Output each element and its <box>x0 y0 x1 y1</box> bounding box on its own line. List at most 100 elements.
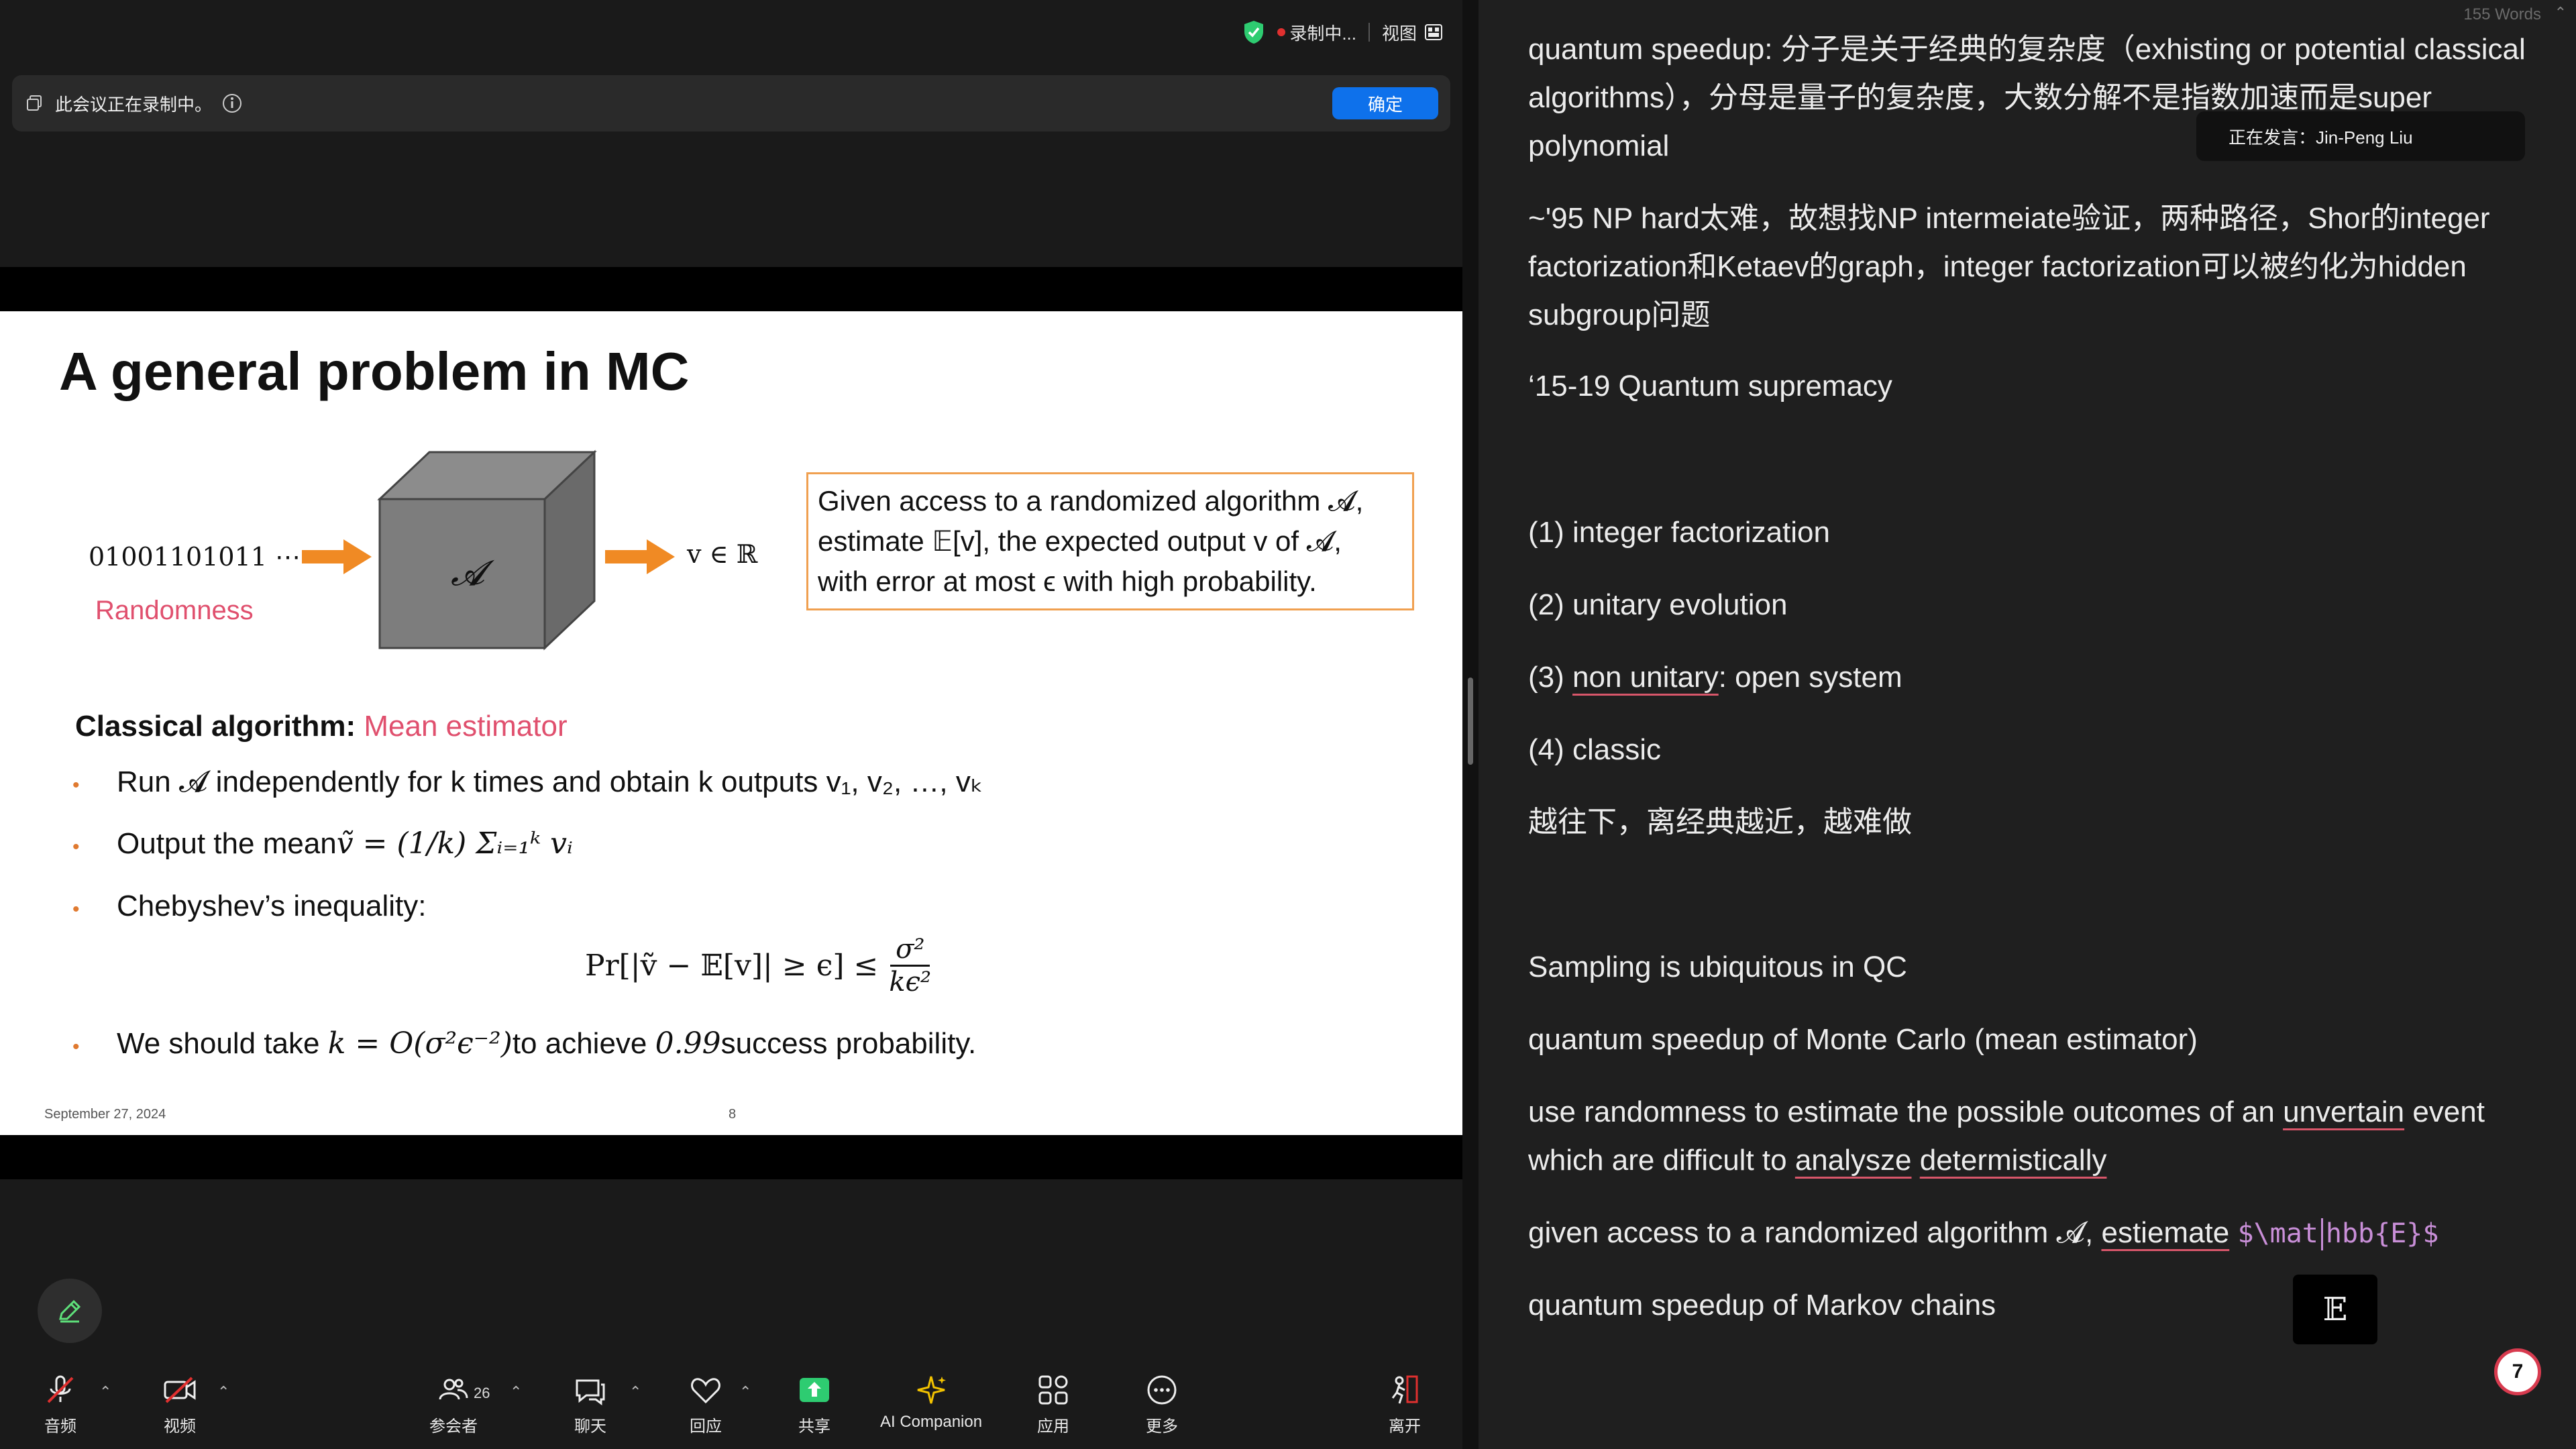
bullet-run-text: Run 𝓐 independently for k times and obta… <box>117 765 983 798</box>
misspelled-word[interactable]: unvertain <box>2283 1095 2404 1128</box>
ai-companion-label: AI Companion <box>880 1413 983 1431</box>
note-paragraph[interactable]: given access to a randomized algorithm 𝓐… <box>1528 1209 2534 1258</box>
chat-button[interactable]: 聊天 <box>572 1371 609 1436</box>
misspelled-word[interactable]: non unitary <box>1572 661 1719 694</box>
camera-off-icon <box>164 1377 196 1403</box>
participants-label: 参会者 <box>429 1417 478 1436</box>
bullet-take-formula: k = O(σ²ϵ⁻²) <box>327 1026 513 1061</box>
bullet-dot: • <box>72 836 80 858</box>
recording-notice-banner: 此会议正在录制中。 确定 <box>12 75 1450 131</box>
share-button[interactable]: 共享 <box>796 1371 833 1436</box>
participants-icon <box>439 1379 468 1400</box>
math-preview-popup: 𝔼 <box>2293 1275 2377 1344</box>
ok-button[interactable]: 确定 <box>1332 87 1438 119</box>
notification-badge[interactable]: 7 <box>2494 1348 2541 1395</box>
note-paragraph[interactable]: (2) unitary evolution <box>1528 581 2534 629</box>
pencil-icon <box>59 1299 81 1323</box>
slide-title: A general problem in MC <box>59 341 690 401</box>
text-span: given access to a randomized algorithm 𝓐… <box>1528 1216 2102 1249</box>
bullet-take-k: • We should take k = O(σ²ϵ⁻²) to achieve… <box>72 1026 976 1061</box>
note-paragraph[interactable]: quantum speedup of Markov chains <box>1528 1281 2534 1330</box>
bullet-chebyshev-text: Chebyshev’s inequality: <box>117 890 427 922</box>
participant-count: 26 <box>474 1385 490 1401</box>
audio-label: 音频 <box>44 1417 76 1436</box>
note-paragraph[interactable]: quantum speedup of Monte Carlo (mean est… <box>1528 1016 2534 1064</box>
apps-button[interactable]: 应用 <box>1034 1371 1072 1436</box>
meeting-toolbar: 音频 ⌃ 视频 ⌃ 参会者 26 ⌃ 聊天 ⌃ 回应 ⌃ 共享 AI Compa… <box>0 1359 1462 1449</box>
active-speaker-tooltip: 正在发言：Jin-Peng Liu <box>2196 111 2525 161</box>
bullet-take-middle: to achieve <box>512 1027 647 1060</box>
more-label: 更多 <box>1146 1417 1178 1436</box>
input-bitstring: 01001101011 ⋯ <box>89 542 301 572</box>
more-button[interactable]: 更多 <box>1143 1371 1181 1436</box>
more-icon <box>1147 1375 1177 1405</box>
notes-editor[interactable]: 155 Words ⌃ quantum speedup: 分子是关于经典的复杂度… <box>1479 0 2576 1449</box>
video-button[interactable]: 视频 <box>161 1371 199 1436</box>
recording-dot-icon <box>1277 28 1286 36</box>
note-paragraph[interactable]: ~'95 NP hard太难，故想找NP intermeiate验证，两种路径，… <box>1528 195 2534 339</box>
note-paragraph[interactable]: ‘15-19 Quantum supremacy <box>1528 362 2534 411</box>
chat-options-caret-icon[interactable]: ⌃ <box>629 1383 641 1401</box>
bullet-mean-formula: ṽ = (1/k) Σᵢ₌₁ᵏ vᵢ <box>336 826 573 861</box>
problem-line-1: Given access to a randomized algorithm 𝓐… <box>818 485 1364 517</box>
leave-button[interactable]: 离开 <box>1386 1371 1424 1436</box>
video-options-caret-icon[interactable]: ⌃ <box>217 1383 229 1401</box>
randomness-label: Randomness <box>95 596 254 625</box>
slide-page-number: 8 <box>729 1107 737 1122</box>
recording-indicator[interactable]: 录制中... <box>1277 20 1356 45</box>
bullet-mean: • Output the mean ṽ = (1/k) Σᵢ₌₁ᵏ vᵢ <box>72 826 573 861</box>
audio-options-caret-icon[interactable]: ⌃ <box>99 1383 111 1401</box>
classical-heading-pink: Mean estimator <box>364 710 568 743</box>
slide-date: September 27, 2024 <box>44 1107 166 1122</box>
chat-icon <box>576 1379 605 1405</box>
classical-heading-bold: Classical algorithm: <box>75 710 356 743</box>
misspelled-word[interactable]: analysze <box>1795 1144 1912 1177</box>
meeting-top-bar: 录制中... 视图 <box>0 0 1462 74</box>
note-paragraph[interactable]: 越往下，离经典越近，越难做 <box>1528 798 2534 847</box>
bullet-take-probability: 0.99 <box>655 1026 721 1061</box>
chebyshev-lhs: Pr[|ṽ − 𝔼[v]| ≥ ϵ] ≤ <box>585 949 879 983</box>
chebyshev-fraction: σ² kϵ² <box>889 934 931 998</box>
letterbox-bottom <box>0 1135 1462 1179</box>
ai-companion-button[interactable]: AI Companion <box>880 1371 982 1432</box>
participants-options-caret-icon[interactable]: ⌃ <box>510 1383 522 1401</box>
audio-button[interactable]: 音频 <box>42 1371 79 1436</box>
misspelled-word[interactable]: estiemate <box>2101 1216 2229 1249</box>
output-label: v ∈ ℝ <box>687 539 758 569</box>
chat-label: 聊天 <box>574 1417 606 1436</box>
grid-view-icon <box>1425 24 1442 40</box>
react-options-caret-icon[interactable]: ⌃ <box>739 1383 751 1401</box>
top-right-controls: 录制中... 视图 <box>1242 17 1442 47</box>
bullet-run: • Run 𝓐 independently for k times and ob… <box>72 765 983 799</box>
info-icon[interactable] <box>221 93 243 114</box>
share-label: 共享 <box>798 1417 830 1436</box>
annotate-button[interactable] <box>38 1279 102 1343</box>
split-divider-handle[interactable] <box>1468 678 1473 765</box>
participants-button[interactable]: 参会者 <box>429 1371 478 1436</box>
word-count-toggle-icon[interactable]: ⌃ <box>2555 4 2567 21</box>
note-paragraph[interactable]: (1) integer factorization <box>1528 508 2534 557</box>
recording-label: 录制中... <box>1289 23 1356 44</box>
text-span: (3) <box>1528 661 1572 694</box>
letterbox-top <box>0 267 1462 311</box>
shield-check-icon[interactable] <box>1242 19 1265 45</box>
note-paragraph[interactable]: (3) non unitary: open system <box>1528 653 2534 702</box>
note-paragraph[interactable]: (4) classic <box>1528 726 2534 774</box>
note-paragraph[interactable]: Sampling is ubiquitous in QC <box>1528 943 2534 991</box>
view-button[interactable]: 视图 <box>1382 20 1442 45</box>
copy-icon <box>27 95 42 111</box>
fraction-denominator: kϵ² <box>889 967 932 998</box>
bullet-dot: • <box>72 1036 80 1058</box>
text-span: use randomness to estimate the possible … <box>1528 1095 2284 1128</box>
bullet-dot: • <box>72 898 80 920</box>
note-paragraph[interactable]: use randomness to estimate the possible … <box>1528 1088 2534 1185</box>
divider <box>1368 23 1370 42</box>
problem-statement-box: Given access to a randomized algorithm 𝓐… <box>806 472 1414 610</box>
misspelled-word[interactable]: determistically <box>1920 1144 2107 1177</box>
fraction-numerator: σ² <box>890 934 930 967</box>
react-button[interactable]: 回应 <box>687 1371 724 1436</box>
sparkle-icon <box>917 1376 947 1404</box>
react-label: 回应 <box>690 1417 722 1436</box>
input-arrow-icon <box>302 539 372 574</box>
bullet-chebyshev: • Chebyshev’s inequality: <box>72 890 426 923</box>
